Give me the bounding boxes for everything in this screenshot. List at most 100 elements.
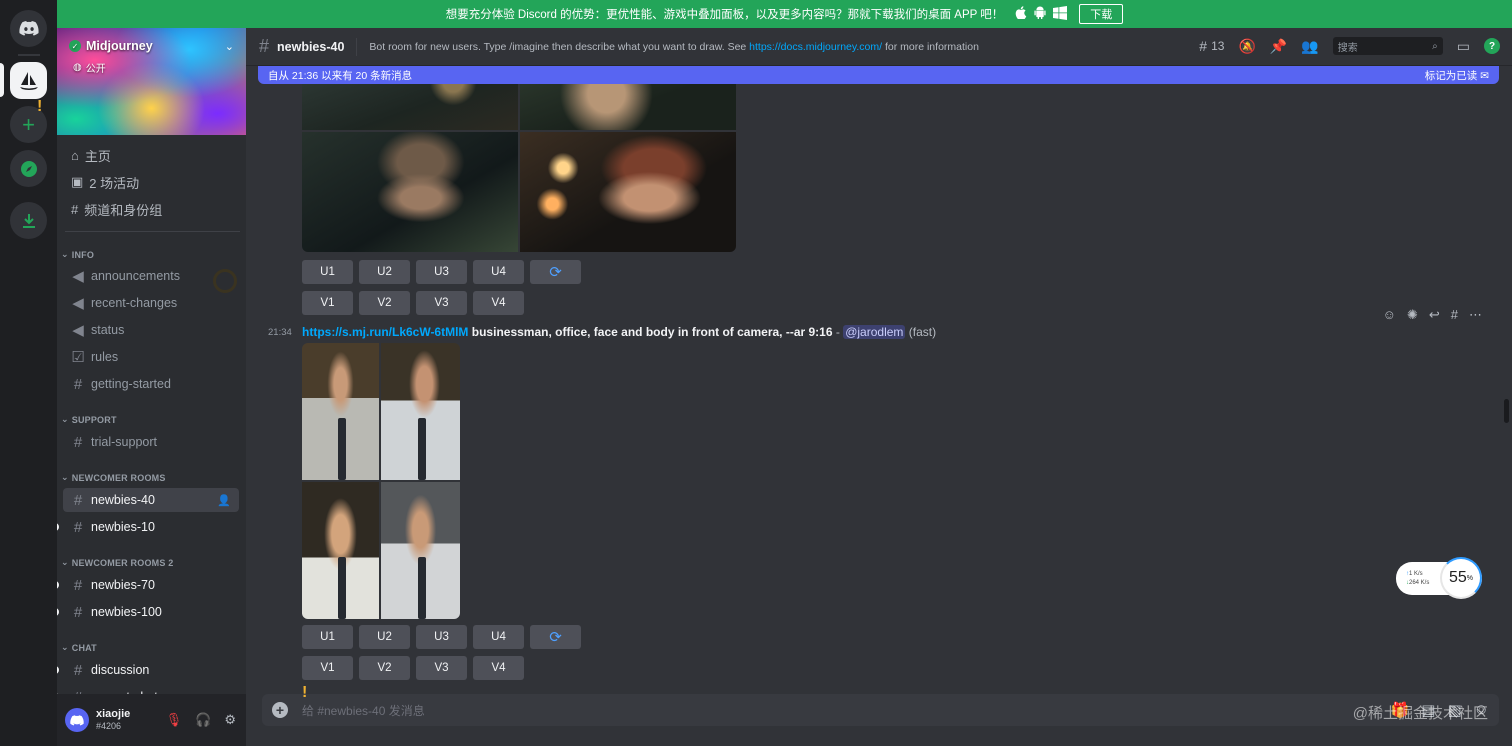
user-info[interactable]: xiaojie #4206 bbox=[96, 708, 130, 732]
image-tile[interactable] bbox=[302, 482, 379, 619]
add-reaction-icon[interactable]: ☺ bbox=[1383, 307, 1396, 323]
midjourney-server-icon[interactable] bbox=[10, 62, 47, 99]
nav-channels-roles[interactable]: # 频道和身份组 bbox=[71, 199, 162, 219]
message-input[interactable]: 给 #newbies-40 发消息 bbox=[302, 702, 425, 719]
u3-button[interactable]: U3 bbox=[416, 260, 467, 284]
v2-button[interactable]: V2 bbox=[359, 291, 410, 315]
search-input[interactable]: 搜索 ⌕ bbox=[1332, 37, 1443, 55]
v3-button[interactable]: V3 bbox=[416, 291, 467, 315]
add-attachment-icon[interactable]: + bbox=[272, 702, 288, 718]
upscale-button-row: U1 U2 U3 U4 ⟳ bbox=[302, 260, 581, 284]
channel-newbies-40[interactable]: # newbies-40 👤 bbox=[63, 488, 239, 512]
topic-suffix: for more information bbox=[882, 40, 979, 53]
sidebar-divider bbox=[65, 231, 240, 232]
super-reaction-icon[interactable]: ✺ bbox=[1407, 307, 1418, 323]
u1-button[interactable]: U1 bbox=[302, 260, 353, 284]
image-tile[interactable] bbox=[302, 343, 379, 480]
topic-link[interactable]: https://docs.midjourney.com/ bbox=[749, 41, 882, 53]
member-list-icon[interactable]: 👥 bbox=[1301, 38, 1318, 55]
message-list: U1 U2 U3 U4 ⟳ V1 V2 V3 V4 21:34 https://… bbox=[246, 66, 1512, 690]
server-header[interactable]: ✓ Midjourney bbox=[69, 39, 153, 53]
invite-user-icon[interactable]: 👤 bbox=[217, 494, 231, 507]
banner-text: 想要充分体验 Discord 的优势：更优性能、游戏中叠加面板，以及更多内容吗？… bbox=[445, 9, 1004, 21]
nav-events[interactable]: ▣ 2 场活动 bbox=[71, 172, 139, 192]
reroll-icon[interactable]: ⟳ bbox=[530, 260, 581, 284]
channel-rules[interactable]: ☑ rules bbox=[63, 345, 239, 369]
apple-icon[interactable] bbox=[1015, 6, 1027, 22]
channel-topic[interactable]: Bot room for new users. Type /imagine th… bbox=[369, 41, 979, 53]
more-options-icon[interactable]: ⋯ bbox=[1469, 307, 1482, 323]
chevron-down-icon: ⌄ bbox=[61, 472, 69, 482]
scrollbar-thumb[interactable] bbox=[1504, 399, 1509, 423]
nav-home[interactable]: ⌂ 主页 bbox=[71, 145, 111, 165]
settings-gear-icon[interactable]: ⚙ bbox=[224, 712, 236, 728]
u3-button[interactable]: U3 bbox=[416, 625, 467, 649]
channel-announcements[interactable]: ◀ announcements bbox=[63, 264, 239, 288]
channel-newbies-10[interactable]: # newbies-10 bbox=[63, 515, 239, 539]
v3-button[interactable]: V3 bbox=[416, 656, 467, 680]
message-timestamp: 21:34 bbox=[268, 327, 292, 338]
windows-icon[interactable] bbox=[1053, 5, 1068, 23]
channel-newbies-100[interactable]: # newbies-100 bbox=[63, 600, 239, 624]
v4-button[interactable]: V4 bbox=[473, 291, 524, 315]
topic-text: Bot room for new users. Type /imagine th… bbox=[369, 40, 750, 53]
image-tile[interactable] bbox=[302, 132, 518, 252]
image-tile[interactable] bbox=[381, 343, 460, 480]
server-banner[interactable]: ✓ Midjourney ◍ 公开 ⌄ bbox=[57, 28, 246, 135]
user-tag: #4206 bbox=[96, 721, 122, 731]
category-chat[interactable]: ⌄ CHAT bbox=[61, 642, 97, 653]
percent-sign: % bbox=[1466, 574, 1474, 582]
notification-bell-muted-icon[interactable]: 🔕 bbox=[1238, 38, 1255, 55]
u2-button[interactable]: U2 bbox=[359, 625, 410, 649]
explore-compass-icon[interactable] bbox=[10, 150, 47, 187]
category-info[interactable]: ⌄ INFO bbox=[61, 249, 94, 260]
upscale-button-row: U1 U2 U3 U4 ⟳ bbox=[302, 625, 581, 649]
download-speed: 264 K/s bbox=[1409, 579, 1430, 586]
network-speed-widget[interactable]: ↑1 K/s ↓264 K/s 55% bbox=[1396, 557, 1482, 599]
hash-icon: # bbox=[73, 433, 83, 451]
image-tile[interactable] bbox=[381, 482, 460, 619]
headphones-icon[interactable]: 🎧 bbox=[195, 712, 211, 728]
generated-image-grid[interactable] bbox=[302, 343, 460, 619]
channel-discussion[interactable]: # discussion bbox=[63, 658, 239, 682]
avatar[interactable] bbox=[65, 708, 89, 732]
download-button[interactable]: 下载 bbox=[1079, 4, 1124, 24]
v1-button[interactable]: V1 bbox=[302, 656, 353, 680]
new-messages-bar[interactable]: 自从 21:36 以来有 20 条新消息 标记为已读 ✉ bbox=[258, 66, 1499, 84]
u4-button[interactable]: U4 bbox=[473, 260, 524, 284]
mark-as-read-button[interactable]: 标记为已读 ✉ bbox=[1425, 68, 1489, 83]
u4-button[interactable]: U4 bbox=[473, 625, 524, 649]
u2-button[interactable]: U2 bbox=[359, 260, 410, 284]
image-tile[interactable] bbox=[520, 132, 736, 252]
download-apps-icon[interactable] bbox=[10, 202, 47, 239]
channel-newbies-70[interactable]: # newbies-70 bbox=[63, 573, 239, 597]
user-controls: 🎙 🎧 ⚙ bbox=[166, 712, 236, 728]
v4-button[interactable]: V4 bbox=[473, 656, 524, 680]
category-newcomer-rooms-2[interactable]: ⌄ NEWCOMER ROOMS 2 bbox=[61, 557, 173, 568]
reply-icon[interactable]: ↩ bbox=[1429, 307, 1440, 323]
chevron-down-icon[interactable]: ⌄ bbox=[225, 40, 234, 53]
android-icon[interactable] bbox=[1034, 6, 1046, 22]
threads-icon[interactable]: # bbox=[1199, 38, 1207, 54]
v2-button[interactable]: V2 bbox=[359, 656, 410, 680]
inbox-icon[interactable]: ▭ bbox=[1457, 38, 1470, 55]
user-mention[interactable]: @jarodlem bbox=[843, 325, 906, 339]
category-support[interactable]: ⌄ SUPPORT bbox=[61, 414, 117, 425]
mute-microphone-icon[interactable]: 🎙 bbox=[166, 712, 183, 728]
channel-recent-changes[interactable]: ◀ recent-changes bbox=[63, 291, 239, 315]
channel-trial-support[interactable]: # trial-support bbox=[63, 430, 239, 454]
channel-status[interactable]: ◀ status bbox=[63, 318, 239, 342]
v1-button[interactable]: V1 bbox=[302, 291, 353, 315]
category-newcomer-rooms[interactable]: ⌄ NEWCOMER ROOMS bbox=[61, 472, 166, 483]
discord-home-icon[interactable] bbox=[10, 10, 47, 47]
pin-icon[interactable]: 📌 bbox=[1270, 38, 1287, 55]
prompt-link[interactable]: https://s.mj.run/Lk6cW-6tMlM bbox=[302, 325, 468, 339]
message-composer[interactable]: + 给 #newbies-40 发消息 🎁 ▤ ▧ ☺ bbox=[262, 694, 1499, 726]
reroll-icon[interactable]: ⟳ bbox=[530, 625, 581, 649]
channel-getting-started[interactable]: # getting-started bbox=[63, 372, 239, 396]
help-icon[interactable]: ? bbox=[1484, 38, 1500, 54]
unread-indicator bbox=[57, 523, 59, 531]
generated-image-grid[interactable] bbox=[302, 66, 736, 252]
create-thread-icon[interactable]: # bbox=[1451, 307, 1458, 323]
u1-button[interactable]: U1 bbox=[302, 625, 353, 649]
